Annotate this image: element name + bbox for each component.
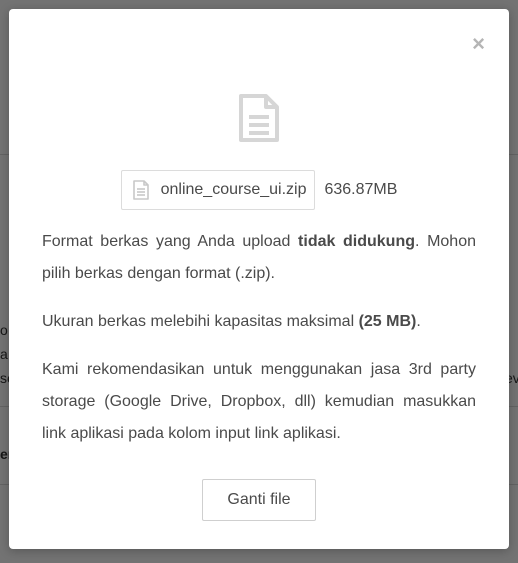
message-text: . [416,313,421,330]
change-file-button[interactable]: Ganti file [202,479,316,521]
message-text: Ukuran berkas melebihi kapasitas maksima… [42,313,359,330]
message-emphasis: tidak didukung [298,233,415,250]
file-info-row: online_course_ui.zip 636.87MB [9,170,509,210]
unsupported-file-modal: × online_course_ui.zip 636.87MB Format b… [9,9,509,549]
file-size: 636.87MB [324,181,398,198]
error-message: Format berkas yang Anda upload tidak did… [42,226,476,466]
file-name: online_course_ui.zip [160,181,307,198]
close-button[interactable]: × [472,33,485,55]
document-icon [239,94,279,142]
file-chip: online_course_ui.zip [120,170,316,210]
size-limit-message: Ukuran berkas melebihi kapasitas maksima… [42,306,476,338]
recommendation-message: Kami rekomendasikan untuk menggunakan ja… [42,361,476,442]
file-icon [132,180,149,200]
message-text: Format berkas yang Anda upload [42,233,299,250]
message-emphasis: (25 MB) [358,313,417,330]
unsupported-format-message: Format berkas yang Anda upload tidak did… [42,226,476,290]
